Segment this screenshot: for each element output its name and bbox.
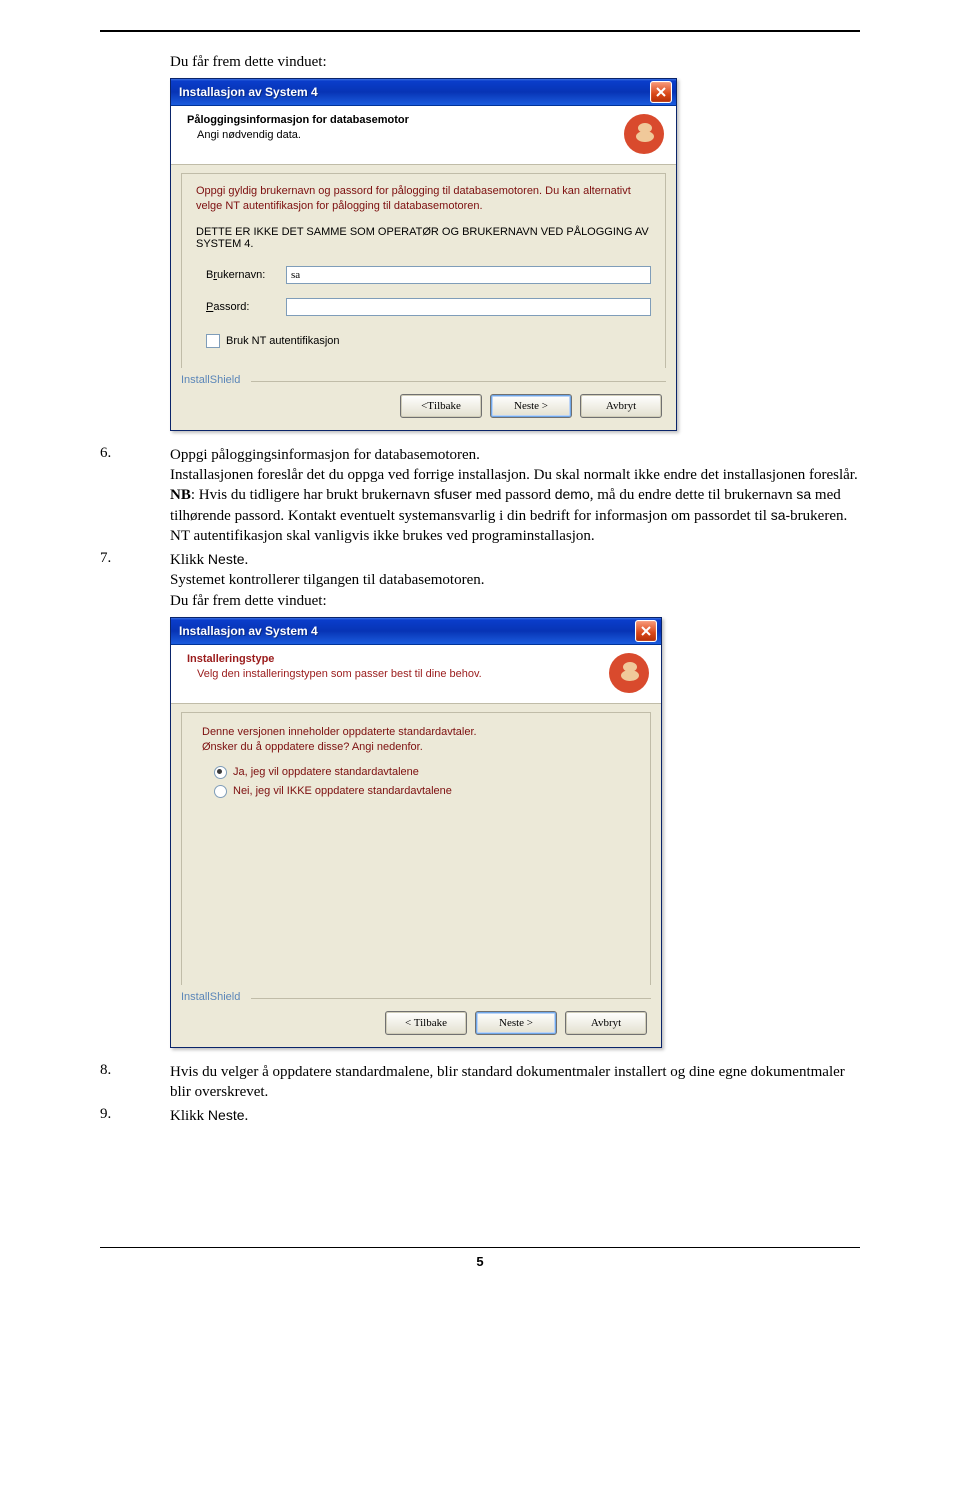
coins-icon — [624, 114, 664, 154]
close-icon[interactable] — [635, 620, 657, 642]
installshield-divider: InstallShield — [181, 372, 666, 386]
radio-icon[interactable] — [214, 766, 227, 779]
step-8: 8. Hvis du velger å oppdatere standardma… — [100, 1062, 860, 1103]
step-7: 7. Klikk Neste. Systemet kontrollerer ti… — [100, 550, 860, 611]
dialog2-info: Denne versjonen inneholder oppdaterte st… — [202, 725, 636, 756]
radio-opt2[interactable]: Nei, jeg vil IKKE oppdatere standardavta… — [214, 785, 636, 798]
password-input[interactable] — [286, 298, 651, 316]
dialog1-header-sub: Angi nødvendig data. — [187, 129, 616, 141]
dialog1-caps: DETTE ER IKKE DET SAMME SOM OPERATØR OG … — [196, 226, 651, 250]
cancel-button[interactable]: Avbryt — [565, 1011, 647, 1035]
step6-line2: Installasjonen foreslår det du oppga ved… — [170, 465, 860, 485]
close-icon[interactable] — [650, 81, 672, 103]
back-button[interactable]: < Tilbake — [385, 1011, 467, 1035]
password-row: Passord: — [206, 298, 651, 316]
dialog2-screenshot: Installasjon av System 4 Installeringsty… — [170, 617, 860, 1048]
dialog2-title: Installasjon av System 4 — [179, 624, 635, 638]
step7-line2: Systemet kontrollerer tilgangen til data… — [170, 570, 860, 590]
username-label: Brukernavn: — [206, 269, 286, 281]
step9-line1: Klikk Neste. — [170, 1106, 860, 1126]
dialog1-title: Installasjon av System 4 — [179, 85, 650, 99]
cancel-button[interactable]: Avbryt — [580, 394, 662, 418]
dialog2-header-title: Installeringstype — [187, 653, 601, 665]
step8-line1: Hvis du velger å oppdatere standardmalen… — [170, 1062, 860, 1103]
top-rule — [100, 30, 860, 32]
step7-line3: Du får frem dette vinduet: — [170, 591, 860, 611]
next-button[interactable]: Neste > — [490, 394, 572, 418]
dialog1-header-band: Påloggingsinformasjon for databasemotor … — [171, 106, 676, 165]
step6-line3: NB: Hvis du tidligere har brukt brukerna… — [170, 485, 860, 526]
step-9: 9. Klikk Neste. — [100, 1106, 860, 1126]
nt-auth-label: Bruk NT autentifikasjon — [226, 335, 340, 347]
password-label: Passord: — [206, 301, 286, 313]
next-button[interactable]: Neste > — [475, 1011, 557, 1035]
dialog2-header-band: Installeringstype Velg den installerings… — [171, 645, 661, 704]
radio-opt1[interactable]: Ja, jeg vil oppdatere standardavtalene — [214, 766, 636, 779]
bottom-rule — [100, 1247, 860, 1248]
back-button[interactable]: < Tilbake — [400, 394, 482, 418]
installshield-divider: InstallShield — [181, 989, 651, 1003]
intro-text: Du får frem dette vinduet: — [170, 52, 860, 72]
dialog1-titlebar: Installasjon av System 4 — [171, 79, 676, 106]
dialog2-header-sub: Velg den installeringstypen som passer b… — [187, 668, 601, 680]
coins-icon — [609, 653, 649, 693]
dialog2-titlebar: Installasjon av System 4 — [171, 618, 661, 645]
username-input[interactable] — [286, 266, 651, 284]
dialog1-intro: Oppgi gyldig brukernavn og passord for p… — [196, 184, 651, 214]
dialog1-screenshot: Installasjon av System 4 Påloggingsinfor… — [170, 78, 860, 431]
checkbox-icon[interactable] — [206, 334, 220, 348]
username-row: Brukernavn: — [206, 266, 651, 284]
page-number: 5 — [100, 1254, 860, 1289]
step6-line1: Oppgi påloggingsinformasjon for database… — [170, 445, 860, 465]
step6-line4: NT autentifikasjon skal vanligvis ikke b… — [170, 526, 860, 546]
step7-line1: Klikk Neste. — [170, 550, 860, 570]
dialog1-header-title: Påloggingsinformasjon for databasemotor — [187, 114, 616, 126]
step-6: 6. Oppgi påloggingsinformasjon for datab… — [100, 445, 860, 546]
nt-auth-row[interactable]: Bruk NT autentifikasjon — [206, 334, 651, 348]
radio-icon[interactable] — [214, 785, 227, 798]
